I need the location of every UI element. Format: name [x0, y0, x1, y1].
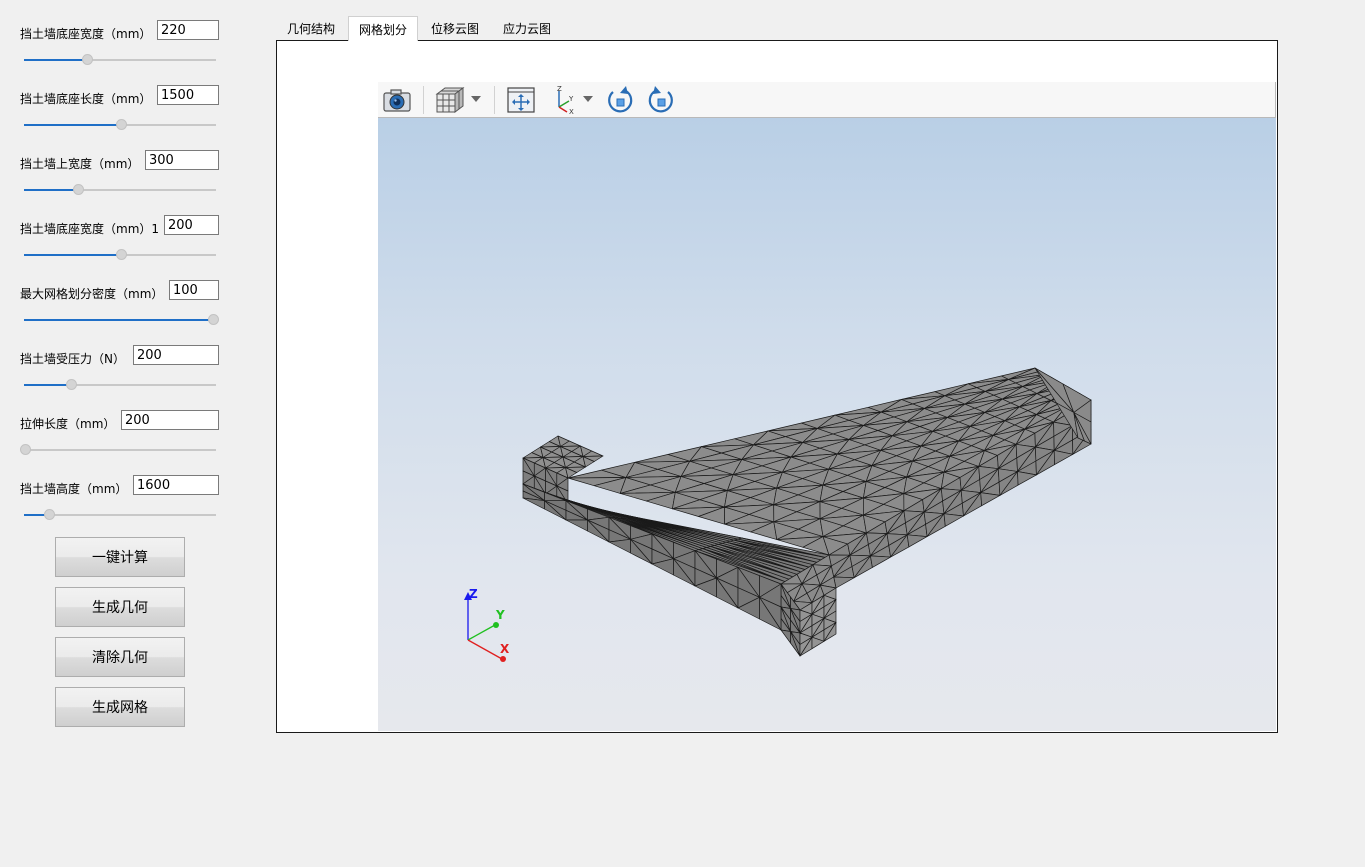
mesh-face-right-side: [870, 555, 891, 568]
axis-triad: Z Y X: [464, 587, 510, 662]
param-slider[interactable]: [24, 119, 216, 131]
tab-geometry[interactable]: 几何结构: [277, 18, 345, 40]
svg-text:Y: Y: [568, 95, 574, 103]
param-label: 挡土墙高度（mm）: [20, 482, 128, 496]
param-input[interactable]: [157, 85, 219, 105]
mesh-face-right-side: [906, 534, 928, 548]
param-label: 挡土墙底座宽度（mm）: [20, 27, 152, 41]
toolbar-separator: [494, 86, 495, 114]
viewer-toolbar: Z Y X: [378, 82, 1276, 118]
param-input[interactable]: [169, 280, 219, 300]
slider-thumb[interactable]: [116, 119, 127, 130]
render-canvas[interactable]: Z Y X: [378, 118, 1276, 731]
compute-button[interactable]: 一键计算: [55, 537, 185, 577]
slider-thumb[interactable]: [82, 54, 93, 65]
param-label: 最大网格划分密度（mm）: [20, 287, 164, 301]
slider-thumb[interactable]: [116, 249, 127, 260]
axis-orientation-icon[interactable]: Z Y X: [549, 85, 581, 116]
param-base-width-1: 挡土墙底座宽度（mm）1: [0, 215, 240, 280]
mesh-face-long-side: [608, 538, 631, 554]
slider-thumb[interactable]: [20, 444, 31, 455]
axis-orientation-dropdown[interactable]: [583, 96, 593, 102]
param-extrude-length: 拉伸长度（mm）: [0, 410, 240, 475]
param-input[interactable]: [157, 20, 219, 40]
param-label: 挡土墙上宽度（mm）: [20, 157, 140, 171]
mesh-viewer: Z Y X Z Y X: [378, 82, 1276, 731]
param-slider[interactable]: [24, 379, 216, 391]
fit-view-icon[interactable]: [505, 85, 537, 115]
param-input[interactable]: [133, 345, 219, 365]
param-base-length: 挡土墙底座长度（mm）: [0, 85, 240, 150]
param-wall-height: 挡土墙高度（mm）: [0, 475, 240, 540]
generate-mesh-button[interactable]: 生成网格: [55, 687, 185, 727]
param-label: 拉伸长度（mm）: [20, 417, 116, 431]
mesh-face-long-side: [565, 519, 588, 532]
view-cube-icon[interactable]: [433, 85, 465, 115]
view-cube-dropdown[interactable]: [471, 96, 481, 102]
toolbar-separator: [423, 86, 424, 114]
param-label: 挡土墙底座宽度（mm）1: [20, 222, 160, 236]
param-mesh-density: 最大网格划分密度（mm）: [0, 280, 240, 345]
param-input[interactable]: [145, 150, 219, 170]
param-top-width: 挡土墙上宽度（mm）: [0, 150, 240, 215]
camera-icon[interactable]: [381, 85, 413, 115]
param-input[interactable]: [133, 475, 219, 495]
slider-thumb[interactable]: [66, 379, 77, 390]
mesh-face-right-side: [943, 513, 964, 527]
param-slider[interactable]: [24, 54, 216, 66]
mesh-face-right-side: [833, 576, 855, 589]
param-slider[interactable]: [24, 249, 216, 261]
tab-stress[interactable]: 应力云图: [493, 18, 561, 40]
rotate-cw-icon[interactable]: [604, 85, 636, 115]
svg-text:X: X: [569, 108, 574, 115]
param-input[interactable]: [164, 215, 219, 235]
mesh-model[interactable]: Z Y X: [378, 118, 1276, 731]
param-base-width: 挡土墙底座宽度（mm）: [0, 20, 240, 85]
axis-z-label: Z: [469, 587, 478, 601]
rotate-ccw-icon[interactable]: [645, 85, 677, 115]
param-label: 挡土墙受压力（N）: [20, 352, 125, 366]
tab-meshing[interactable]: 网格划分: [348, 16, 419, 41]
slider-thumb[interactable]: [73, 184, 84, 195]
param-pressure: 挡土墙受压力（N）: [0, 345, 240, 410]
slider-thumb[interactable]: [44, 509, 55, 520]
mesh-face-front-left: [780, 629, 791, 644]
tab-displacement[interactable]: 位移云图: [421, 18, 489, 40]
param-input[interactable]: [121, 410, 219, 430]
param-slider[interactable]: [24, 509, 216, 521]
param-slider[interactable]: [24, 184, 216, 196]
svg-text:Z: Z: [557, 85, 562, 93]
axis-y-label: Y: [495, 608, 505, 622]
clear-geometry-button[interactable]: 清除几何: [55, 637, 185, 677]
param-slider[interactable]: [20, 444, 216, 456]
axis-x-label: X: [500, 642, 510, 656]
param-label: 挡土墙底座长度（mm）: [20, 92, 152, 106]
generate-geometry-button[interactable]: 生成几何: [55, 587, 185, 627]
slider-thumb[interactable]: [208, 314, 219, 325]
param-slider[interactable]: [24, 314, 219, 326]
